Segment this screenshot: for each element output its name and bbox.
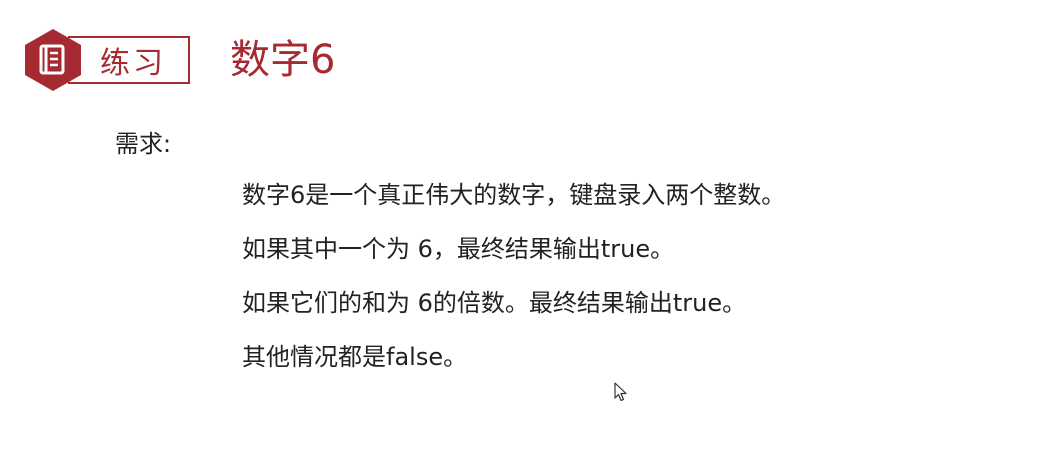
requirements-list: 数字6是一个真正伟大的数字，键盘录入两个整数。 如果其中一个为 6，最终结果输出… <box>242 176 785 392</box>
page-title: 数字6 <box>230 37 336 83</box>
requirement-line: 如果它们的和为 6的倍数。最终结果输出true。 <box>242 289 747 317</box>
mouse-cursor-icon <box>614 382 627 402</box>
slide-header: 练习 数字6 <box>24 28 1024 92</box>
requirement-line: 数字6是一个真正伟大的数字，键盘录入两个整数。 <box>242 181 786 209</box>
section-label-box: 练习 <box>68 36 190 84</box>
requirement-line: 其他情况都是false。 <box>242 343 468 371</box>
requirements-label: 需求: <box>115 130 172 158</box>
section-label: 练习 <box>100 46 166 81</box>
requirement-line: 如果其中一个为 6，最终结果输出true。 <box>242 235 675 263</box>
